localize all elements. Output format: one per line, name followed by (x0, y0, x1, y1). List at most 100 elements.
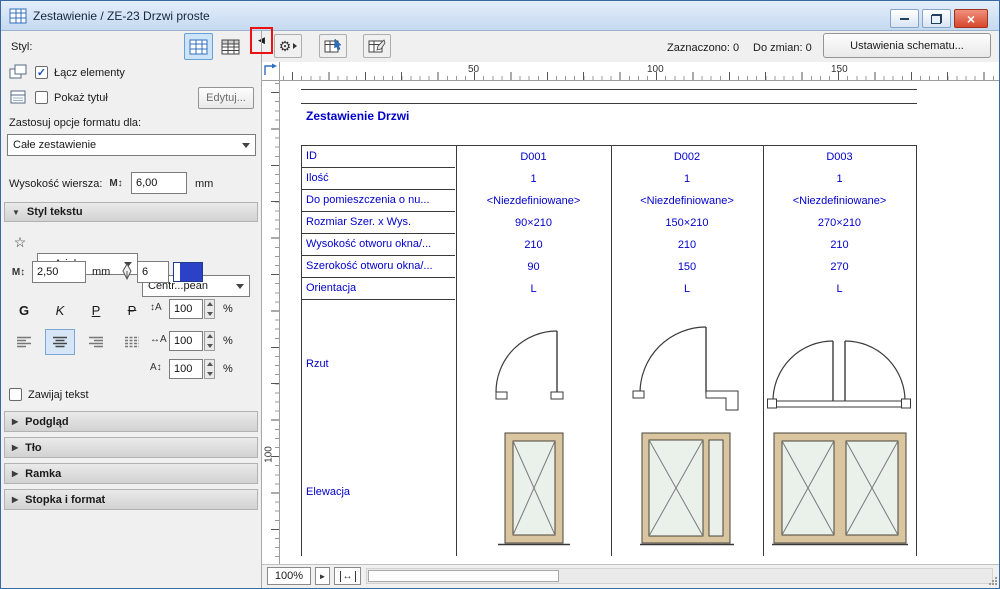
align-justify-button[interactable] (117, 329, 147, 355)
section-footer-format[interactable]: ▶ Stopka i format (4, 489, 258, 510)
char-width-stepper[interactable] (204, 331, 215, 351)
table-cell[interactable]: 270×210 (764, 212, 915, 234)
wrap-text-checkbox[interactable] (9, 388, 22, 401)
table-cell[interactable]: D001 (457, 146, 610, 168)
row-label[interactable]: Rozmiar Szer. x Wys. (302, 212, 455, 234)
pickup-parameters-button[interactable] (319, 34, 347, 58)
section-background[interactable]: ▶ Tło (4, 437, 258, 458)
row-label[interactable]: Do pomieszczenia o nu... (302, 190, 455, 212)
pen-number-input[interactable] (137, 261, 169, 283)
table-cell[interactable]: 210 (764, 234, 915, 256)
table-cell[interactable]: 150×210 (612, 212, 762, 234)
stepper-up-icon (207, 302, 213, 306)
horizontal-scrollbar[interactable] (366, 568, 993, 584)
section-frame[interactable]: ▶ Ramka (4, 463, 258, 484)
door-elevation-d003[interactable] (772, 431, 908, 551)
stepper-up-icon (207, 362, 213, 366)
table-cell[interactable]: 150 (612, 256, 762, 278)
table-cell[interactable]: 1 (612, 168, 762, 190)
align-right-button[interactable] (81, 329, 111, 355)
row-height-icon-button[interactable]: M↕ (103, 172, 129, 194)
inject-parameters-button[interactable] (363, 34, 391, 58)
door-plan-d002[interactable] (632, 317, 742, 411)
italic-button[interactable]: K (45, 297, 75, 323)
table-cell[interactable]: 1 (764, 168, 915, 190)
apply-format-select[interactable]: Całe zestawienie (7, 134, 256, 156)
restore-button[interactable] (922, 9, 951, 28)
italic-label: K (56, 303, 65, 318)
schedule-canvas[interactable]: Zestawienie Drzwi ID Ilość Do pomieszcze… (280, 81, 999, 564)
elevation-row-label[interactable]: Elewacja (302, 428, 455, 556)
row-label[interactable]: Ilość (302, 168, 455, 190)
row-label[interactable]: ID (302, 146, 455, 168)
section-text-style[interactable]: ▼ Styl tekstu (4, 202, 258, 222)
line-spacing-stepper[interactable] (204, 299, 215, 319)
underline-button[interactable]: P (81, 297, 111, 323)
table-cell[interactable]: <Niezdefiniowane> (612, 190, 762, 212)
edit-title-button[interactable]: Edytuj... (198, 87, 254, 109)
font-size-icon-button[interactable]: M↕ (6, 261, 31, 283)
align-center-button[interactable] (45, 329, 75, 355)
table-cell[interactable]: <Niezdefiniowane> (764, 190, 915, 212)
row-height-input[interactable] (131, 172, 187, 194)
table-cell[interactable]: L (457, 278, 610, 300)
align-center-icon (52, 336, 68, 348)
table-cell[interactable]: 270 (764, 256, 915, 278)
fit-in-window-button[interactable]: ↔ (334, 567, 361, 585)
table-cell[interactable]: L (612, 278, 762, 300)
horizontal-ruler: 50 100 150 (280, 62, 999, 81)
minimize-button[interactable] (890, 9, 919, 28)
row-label[interactable]: Szerokość otworu okna/... (302, 256, 455, 278)
font-size-input[interactable] (32, 261, 86, 283)
scheme-settings-button[interactable]: Ustawienia schematu... (823, 33, 991, 58)
gear-flyout-arrow-icon (293, 43, 297, 49)
stepper-down-icon (207, 312, 213, 316)
row-label[interactable]: Orientacja (302, 278, 455, 300)
stepper-down-icon (207, 344, 213, 348)
table-cell[interactable]: 90 (457, 256, 610, 278)
door-plan-d001[interactable] (495, 319, 571, 405)
table-cell[interactable]: L (764, 278, 915, 300)
view-schedule-toggle[interactable] (184, 33, 213, 60)
scheme-settings-label: Ustawienia schematu... (850, 40, 964, 52)
section-preview[interactable]: ▶ Podgląd (4, 411, 258, 432)
plan-row-label[interactable]: Rzut (302, 300, 455, 428)
zoom-level-button[interactable]: 100% (267, 567, 311, 585)
section-collapsed-icon: ▶ (12, 495, 18, 504)
play-icon: ► (319, 572, 327, 581)
pen-color-swatch[interactable] (173, 262, 203, 282)
table-cell[interactable]: 210 (612, 234, 762, 256)
header-rule-bottom (301, 103, 917, 104)
table-cell[interactable]: <Niezdefiniowane> (457, 190, 610, 212)
close-button[interactable]: × (954, 9, 988, 28)
edit-title-label: Edytuj... (206, 92, 246, 104)
char-width-input[interactable] (169, 331, 203, 351)
table-cell[interactable]: 90×210 (457, 212, 610, 234)
ruler-origin-box[interactable] (262, 62, 280, 81)
scrollbar-thumb[interactable] (368, 570, 559, 582)
zoom-menu-button[interactable]: ► (315, 567, 330, 585)
favorite-style-button[interactable]: ☆ (7, 230, 33, 254)
line-spacing-input[interactable] (169, 299, 203, 319)
window-title: Zestawienie / ZE-23 Drzwi proste (33, 9, 210, 23)
options-gear-button[interactable]: ⚙ (274, 34, 302, 58)
table-cell[interactable]: 1 (457, 168, 610, 190)
strikethrough-button[interactable]: P (117, 297, 147, 323)
show-title-label: Pokaż tytuł (54, 92, 108, 104)
align-left-button[interactable] (9, 329, 39, 355)
table-cell[interactable]: 210 (457, 234, 610, 256)
show-title-checkbox[interactable] (35, 91, 48, 104)
row-label[interactable]: Wysokość otworu okna/... (302, 234, 455, 256)
char-spacing-stepper[interactable] (204, 359, 215, 379)
resize-grip[interactable] (988, 576, 998, 586)
merge-elements-checkbox[interactable]: ✓ (35, 66, 48, 79)
bold-button[interactable]: G (9, 297, 39, 323)
view-table-toggle[interactable] (216, 33, 245, 60)
char-spacing-input[interactable] (169, 359, 203, 379)
table-cell[interactable]: D003 (764, 146, 915, 168)
titlebar[interactable]: Zestawienie / ZE-23 Drzwi proste × (1, 1, 999, 31)
door-elevation-d002[interactable] (640, 431, 734, 551)
table-cell[interactable]: D002 (612, 146, 762, 168)
door-elevation-d001[interactable] (498, 431, 570, 551)
door-plan-d003[interactable] (767, 333, 911, 409)
